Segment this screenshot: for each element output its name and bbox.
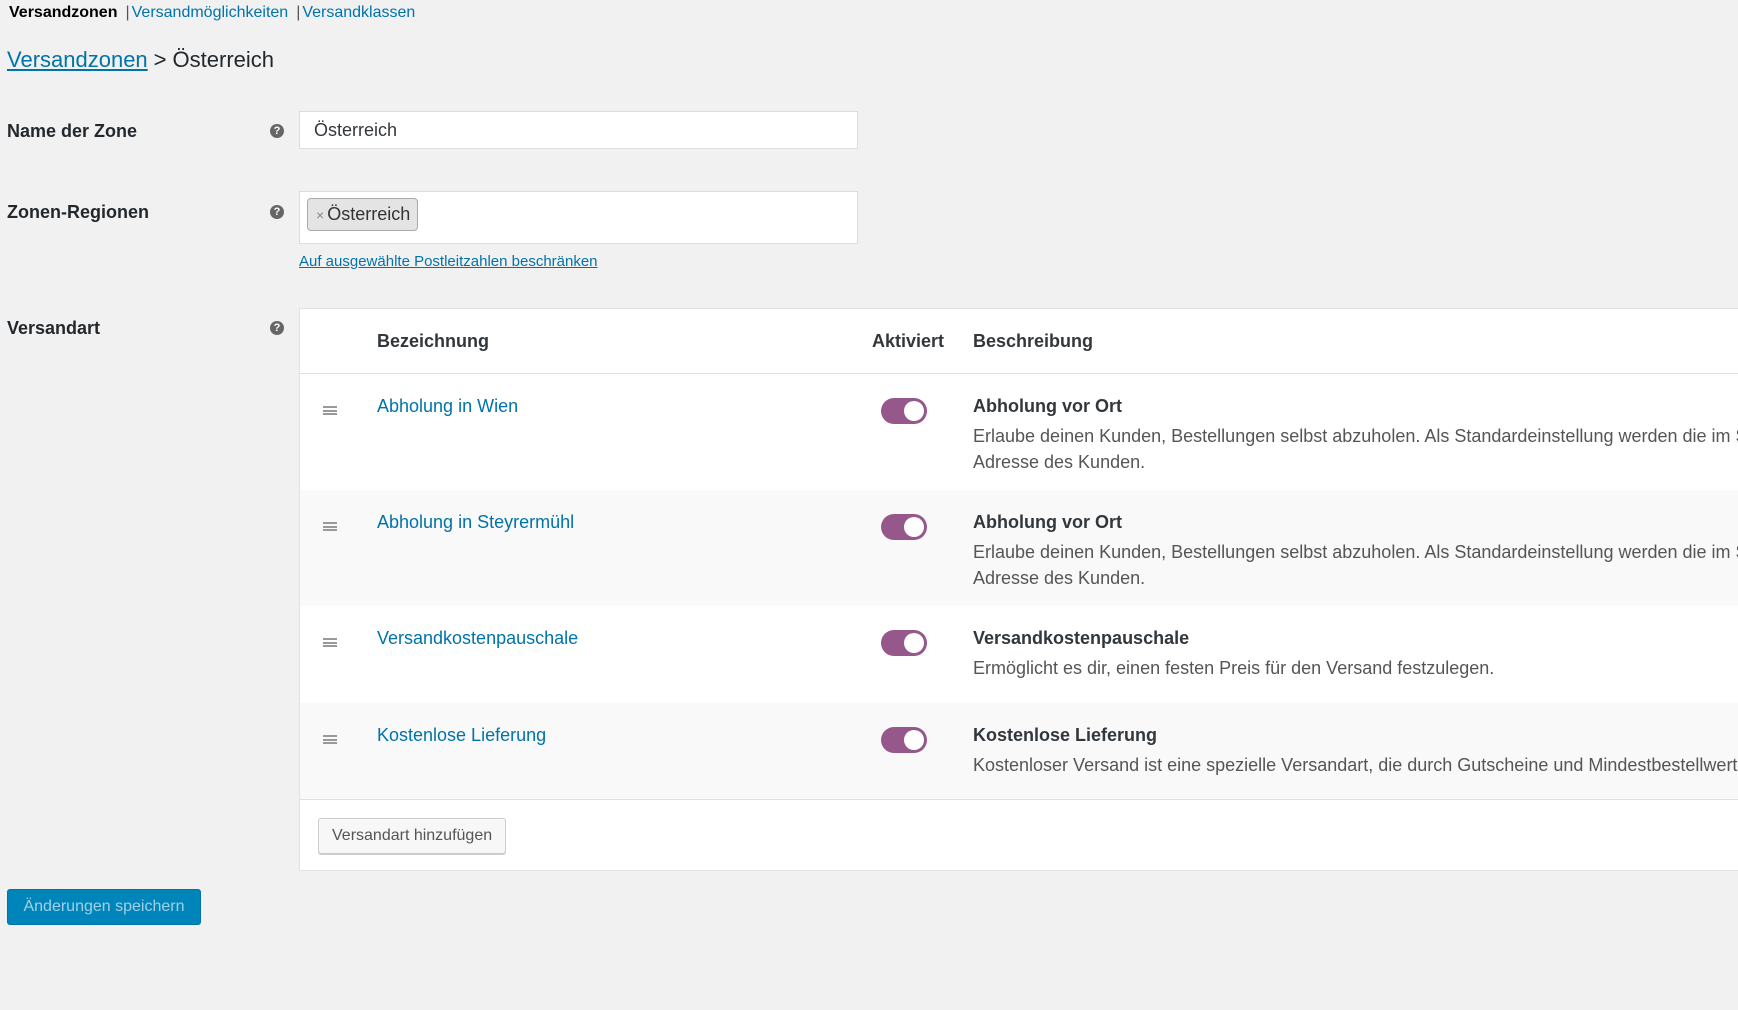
zone-regions-label: Zonen-Regionen xyxy=(7,202,149,222)
method-type: Abholung vor Ort xyxy=(973,396,1122,416)
method-description-line: Ermöglicht es dir, einen festen Preis fü… xyxy=(973,658,1495,678)
enabled-toggle[interactable] xyxy=(881,398,927,424)
method-title-link[interactable]: Kostenlose Lieferung xyxy=(377,725,546,746)
breadcrumb-link-versandzonen[interactable]: Versandzonen xyxy=(7,47,148,72)
region-chip: × Österreich xyxy=(307,198,419,231)
help-icon[interactable]: ? xyxy=(270,321,284,335)
method-description-line: Adresse des Kunden. xyxy=(973,568,1146,588)
method-title-link[interactable]: Versandkostenpauschale xyxy=(377,628,578,649)
column-header-enabled: Aktiviert xyxy=(872,331,945,351)
column-header-title: Bezeichnung xyxy=(377,331,490,351)
enabled-toggle[interactable] xyxy=(881,727,927,753)
sub-navigation: Versandzonen | Versandmöglichkeiten | Versan… xyxy=(9,4,415,22)
column-header-description: Beschreibung xyxy=(973,331,1094,351)
enabled-toggle[interactable] xyxy=(881,514,927,540)
zone-name-input[interactable]: Österreich xyxy=(299,111,858,149)
shipping-methods-table: Bezeichnung Aktiviert Beschreibung Abhol… xyxy=(299,308,1738,871)
tab-separator: | xyxy=(296,4,301,21)
table-row: Abholung in Wien Abholung vor Ort Erlaub… xyxy=(300,374,1738,490)
drag-handle-icon[interactable] xyxy=(323,522,337,531)
drag-handle-icon[interactable] xyxy=(323,735,337,744)
method-description: Kostenloser Versand ist eine spezielle V… xyxy=(973,752,1738,778)
tab-separator: | xyxy=(125,4,130,21)
drag-handle-icon[interactable] xyxy=(323,406,337,415)
remove-region-icon[interactable]: × xyxy=(316,207,324,223)
help-icon[interactable]: ? xyxy=(270,124,284,138)
method-description: Ermöglicht es dir, einen festen Preis fü… xyxy=(973,655,1738,681)
shipping-methods-label: Versandart xyxy=(7,318,101,338)
table-row: Abholung in Steyrermühl Abholung vor Ort… xyxy=(300,490,1738,606)
enabled-toggle[interactable] xyxy=(881,630,927,656)
tab-versandmoeglichkeiten[interactable]: Versandmöglichkeiten xyxy=(132,4,289,21)
region-chip-label: Österreich xyxy=(327,204,411,224)
breadcrumb-separator: > xyxy=(153,47,167,72)
method-title-link[interactable]: Abholung in Steyrermühl xyxy=(377,512,574,533)
table-header: Bezeichnung Aktiviert Beschreibung xyxy=(300,309,1738,374)
method-description-line: Erlaube deinen Kunden, Bestellungen selb… xyxy=(973,542,1738,562)
method-type: Versandkostenpauschale xyxy=(973,628,1190,648)
page-title: Österreich xyxy=(172,47,275,72)
tab-versandzonen[interactable]: Versandzonen xyxy=(9,4,117,21)
zone-regions-select[interactable]: × Österreich xyxy=(299,191,858,244)
breadcrumb: Versandzonen > Österreich xyxy=(7,47,274,73)
method-title-link[interactable]: Abholung in Wien xyxy=(377,396,518,417)
add-shipping-method-button[interactable]: Versandart hinzufügen xyxy=(318,818,507,854)
method-description-line: Adresse des Kunden. xyxy=(973,452,1146,472)
method-type: Kostenlose Lieferung xyxy=(973,725,1158,745)
save-changes-button[interactable]: Änderungen speichern xyxy=(7,889,201,925)
tab-versandklassen[interactable]: Versandklassen xyxy=(302,4,415,21)
table-row: Versandkostenpauschale Versandkostenpaus… xyxy=(300,606,1738,703)
zone-name-label: Name der Zone xyxy=(7,121,138,141)
table-row: Kostenlose Lieferung Kostenlose Lieferun… xyxy=(300,703,1738,800)
method-description: Erlaube deinen Kunden, Bestellungen selb… xyxy=(973,423,1738,475)
drag-handle-icon[interactable] xyxy=(323,638,337,647)
method-type: Abholung vor Ort xyxy=(973,512,1122,532)
method-description-line: Erlaube deinen Kunden, Bestellungen selb… xyxy=(973,426,1738,446)
help-icon[interactable]: ? xyxy=(270,205,284,219)
method-description-line: Kostenloser Versand ist eine spezielle V… xyxy=(973,755,1738,775)
method-description: Erlaube deinen Kunden, Bestellungen selb… xyxy=(973,539,1738,591)
limit-postcodes-link[interactable]: Auf ausgewählte Postleitzahlen beschränk… xyxy=(299,253,598,270)
